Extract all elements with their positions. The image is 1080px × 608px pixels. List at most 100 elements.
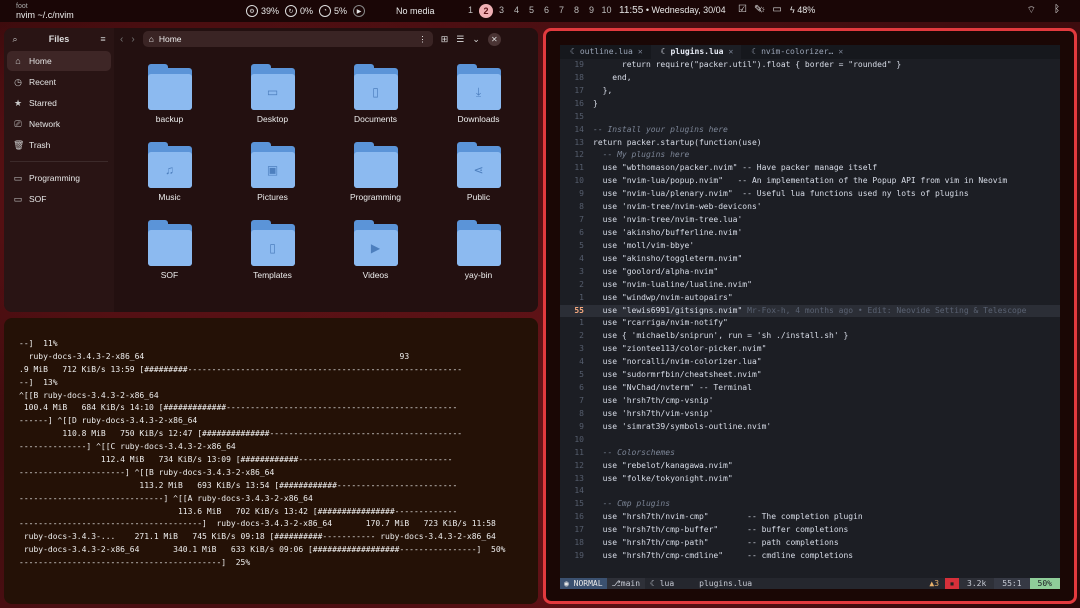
folder-item[interactable]: ▶ Videos: [324, 220, 427, 280]
workspace-7[interactable]: 7: [555, 3, 568, 18]
code-text: -- Cmp plugins: [593, 499, 671, 509]
clock[interactable]: 11:55 • Wednesday, 30/04: [619, 5, 726, 16]
folder-icon: ♫: [147, 142, 192, 188]
line-number: 13: [574, 473, 584, 483]
sidebar-item-home[interactable]: ⌂ Home: [7, 51, 111, 71]
cpu-icon: ⚙: [246, 5, 258, 17]
folder-icon: [456, 220, 501, 266]
folder-item[interactable]: ⤓ Downloads: [427, 64, 530, 124]
sidebar-item-label: Home: [29, 56, 52, 66]
forward-arrow-icon[interactable]: ›: [131, 34, 134, 45]
cursor-position: 55:1: [994, 578, 1030, 589]
code-text: use "windwp/nvim-autopairs": [593, 292, 733, 302]
folder-item[interactable]: Programming: [324, 142, 427, 202]
code-text: },: [593, 85, 613, 95]
workspace-3[interactable]: 3: [495, 3, 508, 18]
play-icon[interactable]: ▶: [353, 5, 366, 17]
code-line: 16}: [560, 98, 1060, 111]
sidebar-item-starred[interactable]: ★ Starred: [7, 93, 111, 113]
screen-icon[interactable]: ▭: [772, 4, 781, 15]
workspace-10[interactable]: 10: [600, 3, 613, 18]
nvim-terminal-window[interactable]: ☾ outline.lua ✕ ☾ plugins.lua ✕ ☾ nvim-colorize…: [543, 28, 1077, 604]
code-text: use "lewis6991/gitsigns.nvim": [593, 305, 748, 315]
code-line: 8 use 'hrsh7th/vim-vsnip': [560, 408, 1060, 421]
code-line: 19 return require("packer.util").float {…: [560, 59, 1060, 72]
buffer-tab[interactable]: ☾ nvim-colorizer… ✕: [741, 45, 851, 59]
home-icon: ⌂: [148, 34, 154, 44]
line-number: 9: [579, 189, 584, 199]
nvim-editor[interactable]: ☾ outline.lua ✕ ☾ plugins.lua ✕ ☾ nvim-colorize…: [560, 45, 1060, 589]
folder-item[interactable]: yay-bin: [427, 220, 530, 280]
line-number: 10: [574, 434, 584, 444]
code-buffer[interactable]: 19 return require("packer.util").float {…: [560, 59, 1060, 563]
sidebar-item-recent[interactable]: ◷ Recent: [7, 72, 111, 92]
code-line: 6 use "NvChad/nvterm" -- Terminal: [560, 382, 1060, 395]
workspace-5[interactable]: 5: [525, 3, 538, 18]
folder-item[interactable]: ♫ Music: [118, 142, 221, 202]
folder-item[interactable]: ▯ Templates: [221, 220, 324, 280]
buffer-tab[interactable]: ☾ outline.lua ✕: [560, 45, 651, 59]
lua-icon: ☾: [660, 47, 666, 56]
terminal-line: ruby-docs-3.4.3-... 271.1 MiB 745 KiB/s …: [19, 532, 496, 542]
code-text: use 'akinsho/bufferline.nvim': [593, 227, 743, 237]
workspace-1[interactable]: 1: [464, 3, 477, 18]
workspace-switcher[interactable]: 1 2 3 4 5 6 7 8 9 10: [464, 3, 613, 18]
code-line: 1 use "windwp/nvim-autopairs": [560, 292, 1060, 305]
close-tab-icon[interactable]: ✕: [728, 45, 733, 59]
line-number: 4: [579, 357, 584, 367]
filetype: ☾ lua: [650, 579, 675, 588]
new-folder-icon[interactable]: ⊞: [441, 34, 449, 45]
workspace-6[interactable]: 6: [540, 3, 553, 18]
path-bar[interactable]: ⌂ Home ⋮: [142, 31, 433, 47]
search-icon[interactable]: ⌕: [10, 34, 20, 45]
buffer-tab[interactable]: ☾ plugins.lua ✕: [650, 45, 742, 59]
chevron-down-icon[interactable]: ⌄: [472, 34, 480, 45]
close-tab-icon[interactable]: ✕: [838, 45, 843, 59]
folder-item[interactable]: ▭ Desktop: [221, 64, 324, 124]
sidebar-bookmark-programming[interactable]: ▭ Programming: [7, 168, 111, 188]
line-number: 16: [574, 512, 584, 522]
line-number: 14: [574, 124, 584, 134]
folder-item[interactable]: ▯ Documents: [324, 64, 427, 124]
workspace-9[interactable]: 9: [585, 3, 598, 18]
folder-item[interactable]: ⋖ Public: [427, 142, 530, 202]
terminal-window[interactable]: --] 11% ruby-docs-3.4.3-2-x86_64 93 .9 Mi…: [4, 318, 538, 604]
workspace-4[interactable]: 4: [510, 3, 523, 18]
terminal-line: --] 13%: [19, 377, 58, 387]
battery[interactable]: ϟ 48%: [790, 5, 815, 15]
line-number: 8: [579, 202, 584, 212]
sidebar-bookmark-sof[interactable]: ▭ SOF: [7, 189, 111, 209]
close-icon[interactable]: ✕: [487, 32, 501, 46]
back-arrow-icon[interactable]: ‹: [120, 34, 123, 45]
top-bar: foot nvim ~/.c/nvim ⚙ 39% ↻ 0% ◔ 5% ▶ No…: [0, 0, 1080, 22]
bluetooth-icon[interactable]: ᛒ: [1054, 4, 1060, 17]
sidebar-item-network[interactable]: ⎚ Network: [7, 114, 111, 134]
sidebar-item-trash[interactable]: 🗑 Trash: [7, 135, 111, 155]
workspace-2[interactable]: 2: [479, 3, 493, 18]
folder-item[interactable]: ▣ Pictures: [221, 142, 324, 202]
view-list-icon[interactable]: ☰: [456, 34, 464, 45]
path-label: Home: [158, 34, 182, 44]
tasks-icon[interactable]: ☑: [738, 4, 747, 15]
code-line: 15: [560, 111, 1060, 124]
hamburger-menu-icon[interactable]: ≡: [98, 34, 108, 44]
workspace-8[interactable]: 8: [570, 3, 583, 18]
mode-indicator: ◉ NORMAL: [560, 578, 607, 589]
memory-icon: ↻: [285, 5, 298, 17]
tray: ⌔ ᛒ: [1027, 4, 1060, 17]
sidebar-item-label: SOF: [29, 194, 47, 204]
folder-icon: ▭: [250, 64, 295, 110]
git-branch: ⎇main: [606, 578, 646, 589]
files-main: ‹ › ⌂ Home ⋮ ⊞ ☰ ⌄ ✕ backup ▭ Desktop ▯ Docu…: [114, 28, 538, 312]
resource-monitor[interactable]: ⚙ 39% ↻ 0% ◔ 5% ▶: [246, 5, 366, 17]
more-options-icon[interactable]: ⋮: [418, 34, 427, 45]
code-text: -- Colorschemes: [593, 447, 675, 457]
line-number: 55: [574, 305, 584, 315]
close-tab-icon[interactable]: ✕: [638, 45, 643, 59]
wifi-icon[interactable]: ⌔: [1027, 4, 1036, 17]
folder-item[interactable]: SOF: [118, 220, 221, 280]
pen-icon[interactable]: ✎: [754, 4, 762, 15]
media-status[interactable]: No media: [396, 6, 435, 16]
code-line: 9 use "nvim-lua/plenary.nvim" -- Useful …: [560, 188, 1060, 201]
folder-item[interactable]: backup: [118, 64, 221, 124]
